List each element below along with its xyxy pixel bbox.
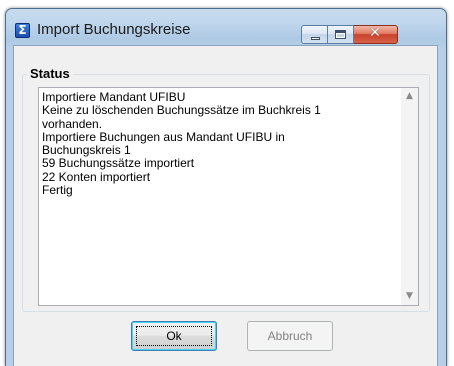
status-group-label: Status [27, 66, 73, 81]
status-line: Keine zu löschenden Buchungssätze im Buc… [42, 103, 321, 118]
sigma-icon: Σ [15, 23, 30, 38]
minimize-button[interactable] [301, 25, 328, 44]
minimize-icon [311, 37, 320, 40]
window-title: Import Buchungskreise [37, 21, 191, 38]
scroll-down-arrow-icon[interactable]: ▼ [401, 288, 418, 305]
close-icon: ✕ [369, 25, 381, 41]
caption-buttons: ✕ [301, 25, 398, 44]
focus-rectangle [136, 326, 212, 346]
import-dialog-window: Σ Import Buchungskreise ✕ Status Importi… [5, 8, 447, 366]
status-line: Fertig [42, 183, 73, 198]
status-text-area[interactable]: Importiere Mandant UFIBU Keine zu löschen… [38, 87, 419, 306]
status-line: Importiere Mandant UFIBU [42, 90, 186, 104]
ok-button[interactable]: Ok [131, 321, 217, 351]
status-log: Importiere Mandant UFIBU Keine zu löschen… [42, 90, 389, 198]
status-line: Importiere Buchungen aus Mandant UFIBU i… [42, 129, 285, 144]
cancel-button-label: Abbruch [267, 329, 313, 343]
maximize-button[interactable] [328, 25, 354, 44]
status-line: Buchungskreis 1 [42, 143, 131, 158]
scroll-up-arrow-icon[interactable]: ▲ [401, 88, 418, 105]
vertical-scrollbar[interactable]: ▲ ▼ [401, 88, 418, 305]
status-line: vorhanden. [42, 116, 103, 131]
dialog-client-area: Status Importiere Mandant UFIBU Keine zu … [13, 45, 438, 366]
title-bar[interactable]: Σ Import Buchungskreise ✕ [6, 9, 446, 45]
cancel-button[interactable]: Abbruch [247, 321, 333, 351]
status-line: 59 Buchungssätze importiert [42, 156, 195, 171]
status-line: 22 Konten importiert [42, 169, 151, 184]
close-button[interactable]: ✕ [354, 25, 398, 44]
maximize-icon [335, 30, 346, 39]
